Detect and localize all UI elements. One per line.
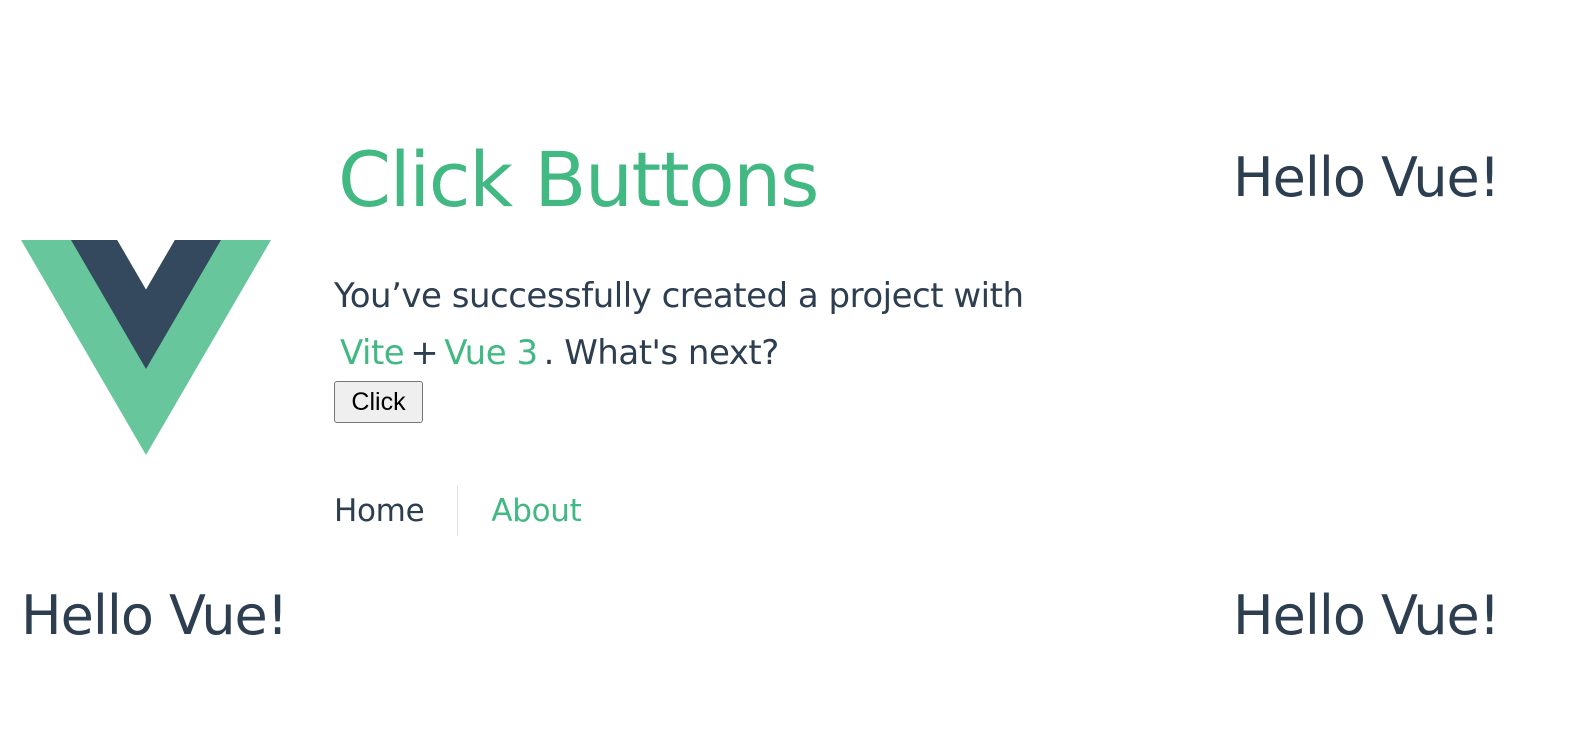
app-root: Click Buttons Hello Vue! You’ve successf… (0, 0, 1574, 730)
hello-greeting-top-right: Hello Vue! (1233, 146, 1500, 209)
page-title: Click Buttons (338, 135, 819, 224)
intro-text-before: You’ve successfully created a project wi… (334, 276, 1024, 316)
hello-greeting-bottom-left: Hello Vue! (21, 584, 288, 647)
hello-greeting-bottom-right: Hello Vue! (1233, 584, 1500, 647)
intro-text: You’ve successfully created a project wi… (334, 268, 1094, 382)
plus-sign: + (410, 333, 439, 373)
vue-logo-icon (21, 240, 271, 455)
vite-link[interactable]: Vite (334, 333, 410, 373)
click-button[interactable]: Click (334, 381, 423, 423)
intro-text-after: . What's next? (543, 333, 780, 373)
main-nav: Home About (334, 486, 615, 536)
vue-link[interactable]: Vue 3 (438, 333, 543, 373)
nav-link-home[interactable]: Home (334, 486, 457, 536)
nav-link-about[interactable]: About (458, 486, 614, 536)
